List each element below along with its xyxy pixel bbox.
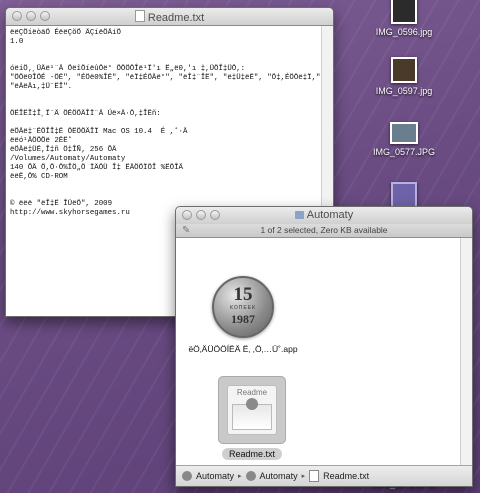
coin-app-icon: 15 КОПЕЕК 1987 (212, 276, 274, 338)
folder-icon (294, 211, 304, 219)
window-title-text: Readme.txt (147, 12, 205, 24)
window-title-text: Automaty (306, 209, 354, 221)
desktop-icon-label: IMG_0596.jpg (375, 27, 433, 37)
file-label: Readme.txt (221, 448, 283, 460)
seal-icon (246, 398, 258, 410)
desktop-icon-label: IMG_0577.JPG (372, 147, 436, 157)
desktop-icon-img-0597[interactable]: IMG_0597.jpg (369, 57, 439, 96)
coin-number: 15 (233, 284, 253, 305)
status-bar: ✎ 1 of 2 selected, Zero KB available (176, 224, 472, 238)
path-bar: Automaty ▸ Automaty ▸ Readme.txt (176, 465, 472, 486)
path-arrow-icon: ▸ (301, 473, 306, 480)
status-text: 1 of 2 selected, Zero KB available (260, 225, 388, 235)
window-title: Readme.txt (6, 10, 333, 24)
pencil-icon: ✎ (182, 225, 191, 236)
desktop-icon-img-0596[interactable]: IMG_0596.jpg (369, 0, 439, 37)
path-item-0[interactable]: Automaty (196, 471, 234, 481)
coin-year: 1987 (231, 312, 255, 326)
selection-highlight: Readme (218, 376, 286, 444)
finder-content: 15 КОПЕЕК 1987 ëÖ‚ÄÜÖÖÍËÄ Ë‚ ,Ö‚…Ü˚.app … (176, 238, 460, 465)
path-item-2[interactable]: Readme.txt (323, 471, 369, 481)
image-icon (391, 0, 417, 24)
image-icon (391, 57, 417, 83)
disk-icon (245, 471, 256, 481)
app-label: ëÖ‚ÄÜÖÖÍËÄ Ë‚ ,Ö‚…Ü˚.app (188, 344, 298, 354)
document-icon (309, 470, 320, 482)
path-arrow-icon: ▸ (238, 473, 242, 480)
disk-icon (182, 471, 192, 481)
icon-preview-title: Readme (236, 388, 268, 397)
document-icon (134, 10, 145, 22)
readme-titlebar[interactable]: Readme.txt (6, 8, 333, 26)
automaty-window: Automaty ✎ 1 of 2 selected, Zero KB avai… (175, 206, 473, 487)
vertical-scrollbar[interactable] (460, 238, 472, 465)
image-icon (390, 122, 418, 144)
path-item-1[interactable]: Automaty (260, 471, 298, 481)
desktop-icon-img-0577[interactable]: IMG_0577.JPG (369, 122, 439, 157)
stack-icon (391, 182, 417, 208)
readme-file-item[interactable]: Readme Readme.txt (214, 376, 290, 462)
desktop-icon-label: IMG_0597.jpg (375, 86, 433, 96)
app-item[interactable]: 15 КОПЕЕК 1987 ëÖ‚ÄÜÖÖÍËÄ Ë‚ ,Ö‚…Ü˚.app (188, 276, 298, 355)
window-title: Automaty (176, 209, 472, 221)
coin-word: КОПЕЕК (230, 305, 256, 311)
automaty-titlebar[interactable]: Automaty (176, 207, 472, 224)
desktop-icon-stack[interactable] (369, 182, 439, 208)
text-document-icon: Readme (227, 385, 277, 435)
